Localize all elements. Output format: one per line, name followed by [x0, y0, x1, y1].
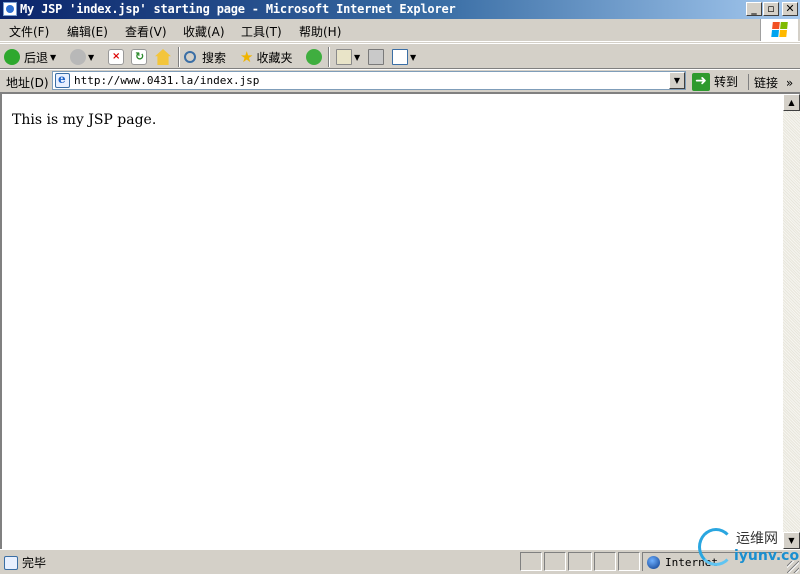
favorites-button[interactable]: ★ 收藏夹 [240, 47, 292, 67]
chevron-down-icon[interactable]: ▼ [410, 53, 416, 62]
search-label: 搜索 [202, 50, 227, 65]
menu-tools[interactable]: 工具(T) [241, 23, 282, 40]
home-icon [155, 49, 171, 65]
search-button[interactable]: 搜索 [184, 47, 226, 67]
menu-bar: 文件(F) 编辑(E) 查看(V) 收藏(A) 工具(T) 帮助(H) [0, 19, 800, 42]
stop-button[interactable]: × [108, 47, 124, 67]
status-area: 完毕 [4, 554, 46, 571]
print-icon [368, 49, 384, 65]
menu-file[interactable]: 文件(F) [9, 23, 49, 40]
chevron-down-icon[interactable]: ▼ [354, 53, 360, 62]
page-body-text: This is my JSP page. [12, 112, 157, 128]
ie-page-icon [4, 555, 18, 570]
links-button[interactable]: 链接 » [748, 74, 793, 90]
back-label: 后退 [24, 50, 49, 65]
print-button[interactable] [368, 47, 384, 67]
watermark-logo: 运维网 iyunv.com [698, 526, 800, 572]
status-pane [618, 552, 640, 571]
ie-page-icon[interactable] [3, 2, 17, 16]
forward-arrow-icon [70, 49, 86, 65]
history-button[interactable] [306, 47, 322, 67]
go-button[interactable]: ➜ 转到 [692, 72, 738, 91]
status-bar: 完毕 Internet [0, 549, 800, 574]
menu-help[interactable]: 帮助(H) [299, 23, 341, 40]
page-viewport[interactable]: This is my JSP page. ▲ ▼ [0, 92, 800, 549]
vertical-scrollbar[interactable]: ▲ ▼ [783, 94, 800, 549]
status-pane [594, 552, 616, 571]
star-icon: ★ [240, 48, 254, 66]
title-bar[interactable]: My JSP 'index.jsp' starting page - Micro… [0, 0, 800, 19]
back-button[interactable]: 后退 ▼ [4, 47, 56, 67]
ie-page-icon [55, 72, 70, 88]
menu-edit[interactable]: 编辑(E) [67, 23, 108, 40]
menu-view[interactable]: 查看(V) [125, 23, 167, 40]
address-field[interactable]: ▼ [52, 71, 686, 90]
search-icon [184, 51, 196, 63]
chevron-right-icon: » [785, 76, 794, 90]
home-button[interactable] [155, 47, 171, 67]
history-icon [306, 49, 322, 65]
mail-button[interactable]: ▼ [336, 47, 360, 67]
scroll-up-button[interactable]: ▲ [783, 94, 800, 111]
stop-icon: × [108, 49, 124, 65]
back-arrow-icon [4, 49, 20, 65]
edit-page-icon [392, 49, 408, 65]
window-title: My JSP 'index.jsp' starting page - Micro… [20, 2, 456, 16]
status-pane [568, 552, 592, 571]
status-pane [544, 552, 566, 571]
globe-icon [647, 555, 660, 569]
chevron-down-icon[interactable]: ▼ [50, 53, 56, 62]
menu-favorites[interactable]: 收藏(A) [183, 23, 225, 40]
edit-button[interactable]: ▼ [392, 47, 416, 67]
address-dropdown-button[interactable]: ▼ [669, 72, 685, 89]
toolbar-separator [178, 47, 180, 67]
status-pane [520, 552, 542, 571]
links-label: 链接 [754, 76, 779, 90]
address-label: 地址(D) [6, 76, 49, 90]
favorites-label: 收藏夹 [256, 50, 293, 65]
mail-icon [336, 49, 352, 65]
go-label: 转到 [714, 75, 739, 89]
watermark-en: iyunv.com [734, 548, 800, 564]
refresh-button[interactable]: ↻ [131, 47, 147, 67]
windows-flag-icon [771, 22, 789, 38]
address-bar: 地址(D) ▼ ➜ 转到 链接 » [0, 69, 800, 92]
go-arrow-icon: ➜ [692, 72, 710, 91]
refresh-icon: ↻ [131, 49, 147, 65]
toolbar-separator [328, 47, 330, 67]
watermark-swirl-icon [698, 528, 734, 566]
watermark-cn: 运维网 [736, 531, 778, 547]
chevron-down-icon[interactable]: ▼ [88, 53, 94, 62]
status-text: 完毕 [22, 556, 47, 570]
standard-toolbar: 后退 ▼ ▼ × ↻ 搜索 ★ 收藏夹 ▼ ▼ [0, 43, 800, 69]
forward-button[interactable]: ▼ [70, 47, 94, 67]
maximize-button[interactable]: ▫ [763, 2, 779, 16]
close-button[interactable]: ✕ [782, 2, 798, 16]
windows-logo [760, 19, 798, 41]
url-input[interactable] [74, 73, 664, 88]
minimize-button[interactable]: _ [746, 2, 762, 16]
